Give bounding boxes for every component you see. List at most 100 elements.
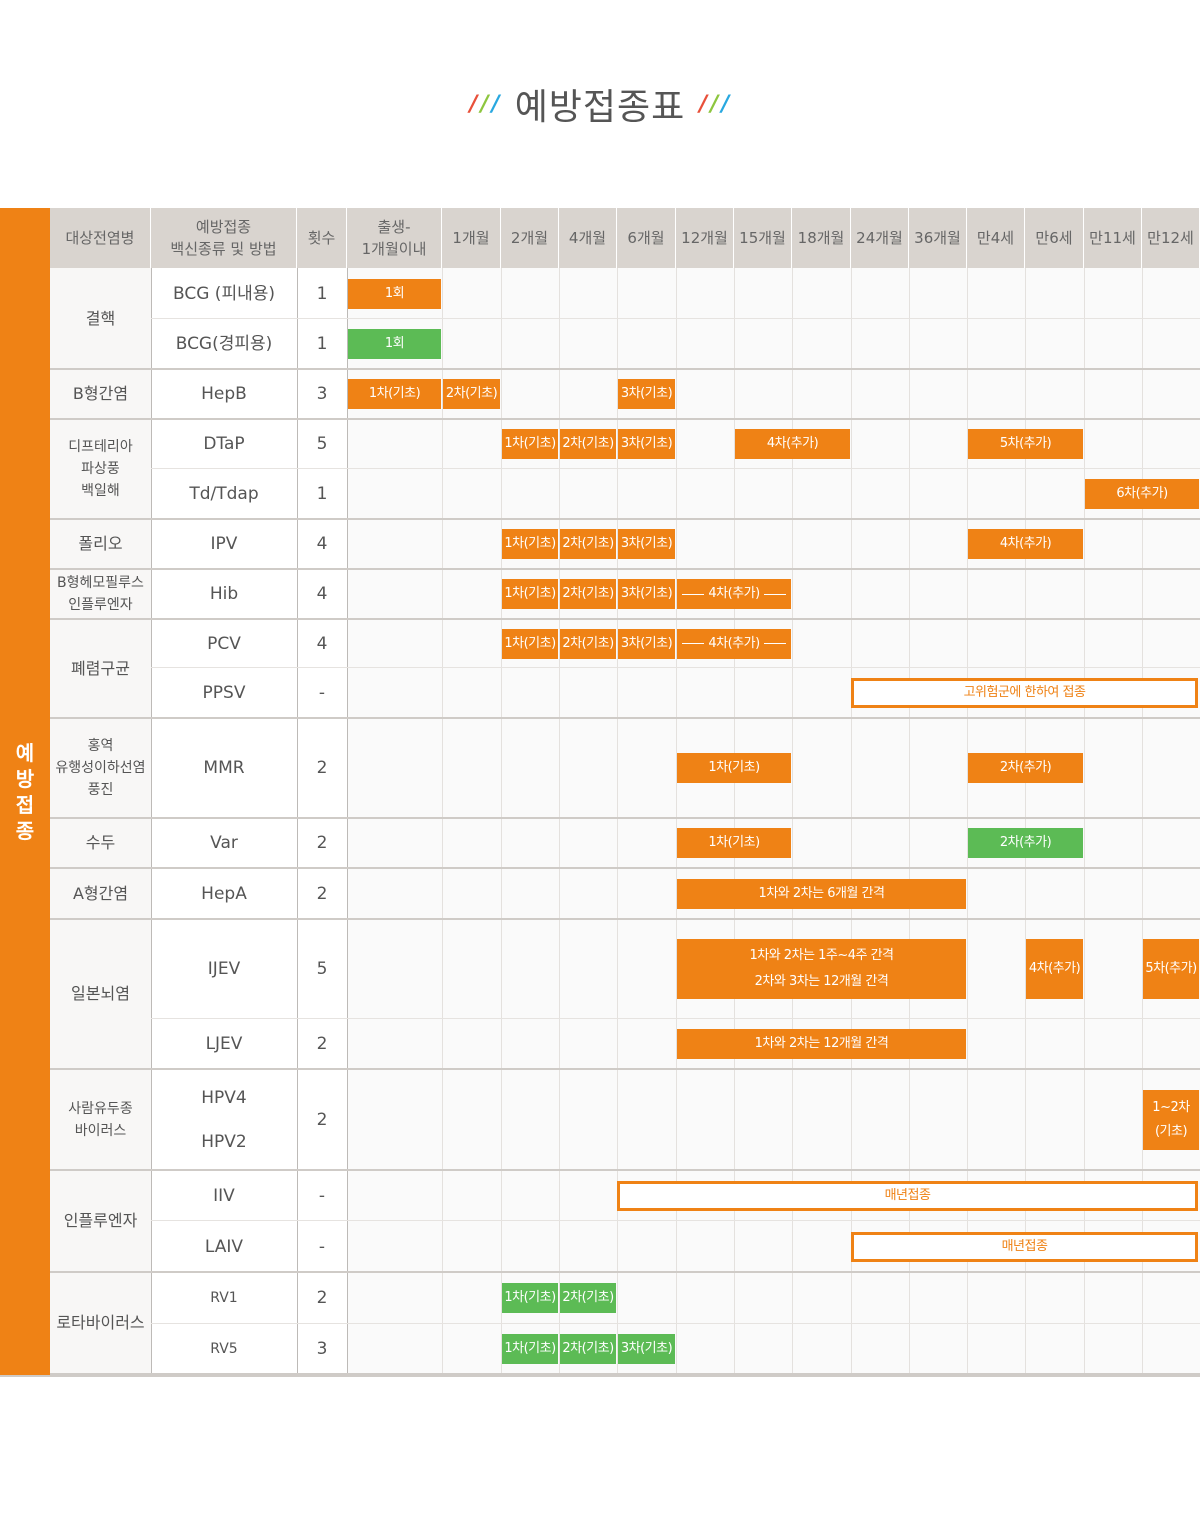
schedule-bar: 3차(기초) — [618, 628, 675, 659]
vaccine-cell: PCV — [207, 633, 241, 654]
schedule-bar: 2차(기초) — [560, 1334, 616, 1364]
header-age-11: 만6세 — [1025, 208, 1084, 268]
schedule-bar: 매년접종 — [617, 1180, 1198, 1211]
row-divider — [50, 568, 1200, 570]
count-cell: 1 — [316, 334, 328, 354]
count-cell: 2 — [316, 833, 328, 853]
schedule-bar: 2차(기초) — [560, 529, 616, 559]
disease-cell: 결핵 — [50, 268, 151, 369]
vaccine-cell: HPV4 HPV2 — [201, 1087, 247, 1152]
schedule-bar: 4차(추가) — [968, 529, 1083, 559]
row-divider — [50, 918, 1200, 920]
header-age-13: 만12세 — [1142, 208, 1200, 268]
schedule-row-bg — [347, 1272, 1200, 1324]
vaccine-cell: HepB — [201, 384, 247, 404]
header-age-2: 2개월 — [501, 208, 559, 268]
schedule-bar: 매년접종 — [851, 1231, 1198, 1262]
disease-cell: 폐렴구균 — [50, 619, 151, 718]
schedule-row-bg — [347, 1324, 1200, 1374]
count-cell: 3 — [316, 384, 328, 404]
count-cell: - — [318, 683, 326, 703]
schedule-bar: 4차(추가) — [1026, 939, 1083, 999]
row-divider — [50, 368, 1200, 370]
page-title-row: / / / 예방접종표 / / / — [470, 78, 731, 130]
schedule-bar: 1차와 2차는 6개월 간격 — [677, 878, 966, 909]
schedule-bar: 1차(기초) — [677, 753, 791, 783]
schedule-bar: 1차와 2차는 12개월 간격 — [677, 1029, 966, 1059]
vaccine-cell: IJEV — [207, 959, 241, 979]
schedule-bar: 1차(기초) — [348, 379, 441, 409]
header-age-10: 만4세 — [967, 208, 1025, 268]
slash-decoration-right-icon: / / / — [699, 91, 731, 117]
row-divider — [50, 817, 1200, 819]
disease-cell: 인플루엔자 — [50, 1170, 151, 1272]
count-cell: 5 — [316, 434, 328, 454]
vaccine-cell: LAIV — [204, 1236, 244, 1257]
row-divider — [151, 318, 1200, 319]
schedule-bar: 3차(기초) — [618, 579, 675, 609]
slash-decoration-left-icon: / / / — [469, 91, 501, 117]
vaccine-cell: BCG (피내용) — [173, 283, 275, 304]
vaccine-cell: BCG(경피용) — [175, 334, 273, 354]
header-age-6: 15개월 — [734, 208, 792, 268]
header-age-4: 6개월 — [617, 208, 676, 268]
header-age-3: 4개월 — [559, 208, 617, 268]
row-divider — [50, 618, 1200, 620]
vaccine-cell: LJEV — [205, 1034, 243, 1054]
header-vaccine: 예방접종 백신종류 및 방법 — [151, 208, 297, 268]
side-label-bar: 예방접종 — [0, 208, 50, 1376]
vaccine-cell: RV5 — [210, 1341, 238, 1357]
disease-cell: 일본뇌염 — [50, 919, 151, 1069]
range-arrow-left-icon — [682, 593, 705, 595]
header-count: 횟수 — [297, 208, 347, 268]
row-divider — [151, 1220, 1200, 1221]
count-cell: 3 — [316, 1339, 328, 1359]
header-disease: 대상전염병 — [50, 208, 151, 268]
schedule-bar: 6차(추가) — [1085, 479, 1199, 509]
vaccine-cell: IPV — [210, 534, 238, 554]
count-cell: 2 — [316, 758, 328, 778]
header-age-5: 12개월 — [676, 208, 734, 268]
column-divider — [151, 268, 152, 1376]
count-cell: 4 — [316, 534, 328, 554]
schedule-bar: 1차(기초) — [502, 1334, 558, 1364]
row-divider — [50, 518, 1200, 520]
schedule-bar: 1차와 2차는 1주~4주 간격 2차와 3차는 12개월 간격 — [677, 939, 966, 999]
row-divider — [50, 418, 1200, 420]
disease-cell: 로타바이러스 — [50, 1272, 151, 1374]
schedule-bar: 1차(기초) — [502, 429, 558, 459]
row-divider — [151, 667, 1200, 668]
schedule-bar: 2차(추가) — [968, 828, 1083, 858]
schedule-bar: 2차(추가) — [968, 753, 1083, 783]
schedule-bar: 3차(기초) — [618, 1334, 675, 1364]
range-arrow-right-icon — [763, 593, 786, 595]
schedule-bar: 1차(기초) — [677, 828, 791, 858]
count-cell: 1 — [316, 283, 328, 304]
header-age-0: 출생- 1개월이내 — [347, 208, 442, 268]
column-divider — [297, 268, 298, 1376]
count-cell: - — [318, 1185, 326, 1206]
row-divider — [50, 1271, 1200, 1273]
header-age-9: 36개월 — [909, 208, 967, 268]
column-divider — [442, 268, 443, 1376]
count-cell: 4 — [316, 633, 328, 654]
schedule-bar: 2차(기초) — [560, 628, 616, 659]
side-label: 예방접종 — [15, 741, 35, 843]
schedule-bar: 2차(기초) — [560, 1283, 616, 1313]
schedule-bar: 1회 — [348, 278, 441, 309]
header-age-8: 24개월 — [851, 208, 909, 268]
row-divider — [151, 1018, 1200, 1019]
count-cell: 2 — [316, 1109, 328, 1130]
count-cell: 5 — [316, 959, 328, 979]
schedule-bar: 1차(기초) — [502, 1283, 558, 1313]
schedule-bar: 2차(기초) — [560, 429, 616, 459]
column-divider — [347, 268, 348, 1376]
range-arrow-right-icon — [763, 643, 786, 644]
schedule-bar: 2차(기초) — [443, 379, 500, 409]
schedule-bar: 고위험군에 한하여 접종 — [851, 678, 1198, 708]
vaccine-cell: Td/Tdap — [189, 484, 259, 504]
count-cell: 4 — [316, 584, 328, 604]
row-divider — [50, 717, 1200, 719]
schedule-bar: 1회 — [348, 329, 441, 359]
disease-cell: 사람유두종 바이러스 — [50, 1069, 151, 1170]
